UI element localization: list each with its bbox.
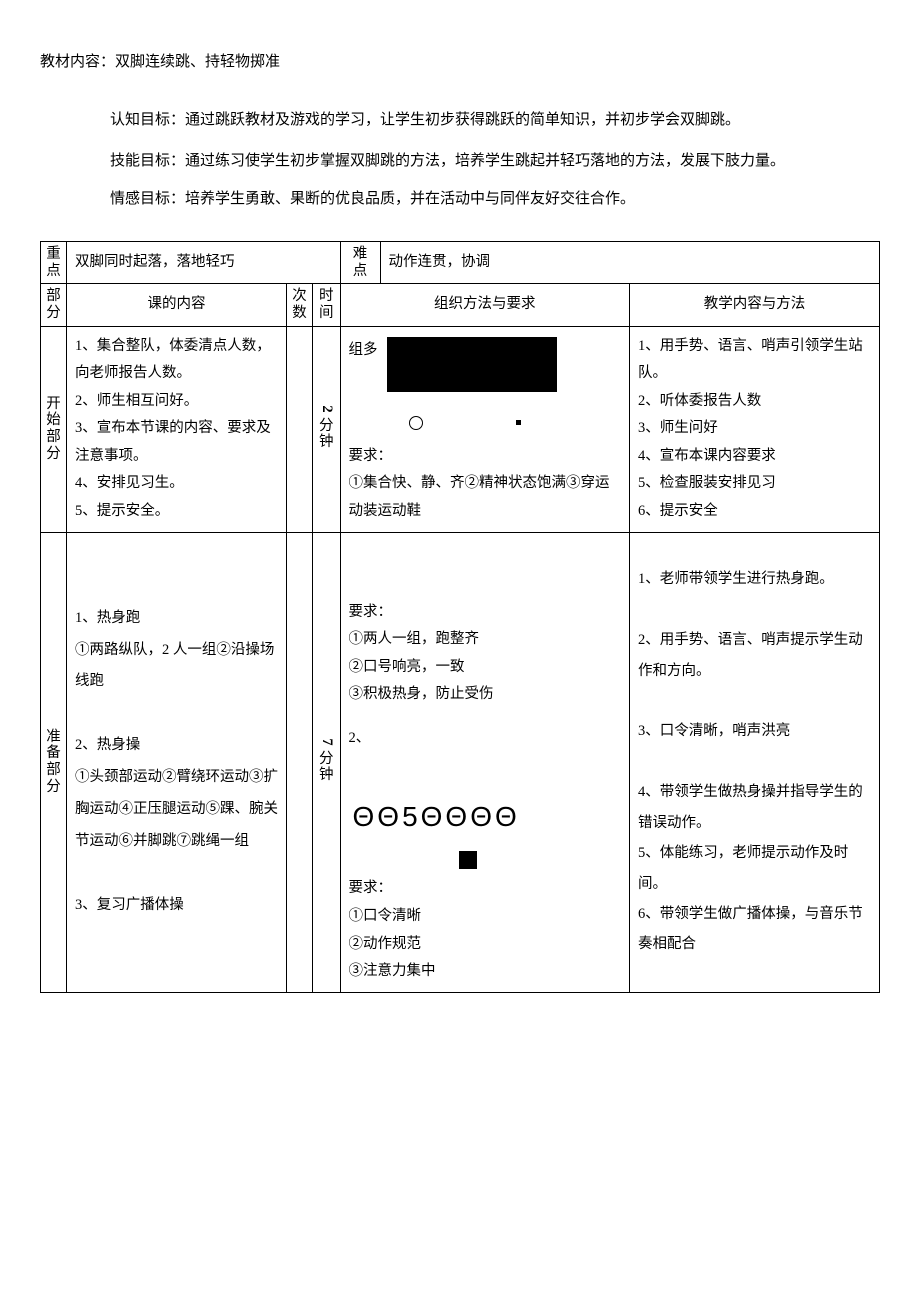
- focus-row: 重点 双脚同时起落，落地轻巧 难点 动作连贯，协调: [41, 242, 880, 284]
- lesson-plan-table: 重点 双脚同时起落，落地轻巧 难点 动作连贯，协调 部分 课的内容 次数 时间 …: [40, 241, 880, 993]
- section-prep-content: 1、热身跑 ①两路纵队，2 人一组②沿操场线跑 2、热身操 ①头颈部运动②臂绕环…: [67, 532, 287, 992]
- header-organization: 组织方法与要求: [340, 284, 629, 326]
- section-prep-organization: 要求： ①两人一组，跑整齐 ②口号响亮，一致 ③积极热身，防止受伤 2、 ΘΘ5…: [340, 532, 629, 992]
- header-times: 次数: [287, 284, 313, 326]
- formation-diagram-block: [387, 337, 557, 392]
- section-start-organization: 组多 要求： ①集合快、静、齐②精神状态饱满③穿运动装运动鞋: [340, 326, 629, 532]
- org-req2-label: 要求：: [349, 875, 621, 903]
- cognitive-objective: 认知目标：通过跳跃教材及游戏的学习，让学生初步获得跳跃的简单知识，并初步学会双脚…: [110, 104, 880, 137]
- section-prep: 准备部分 1、热身跑 ①两路纵队，2 人一组②沿操场线跑 2、热身操 ①头颈部运…: [41, 532, 880, 992]
- emotion-objective: 情感目标：培养学生勇敢、果断的优良品质，并在活动中与同伴友好交往合作。: [110, 183, 880, 216]
- formation-symbols: ΘΘ5ΘΘΘΘ: [349, 782, 621, 845]
- header-part: 部分: [41, 284, 67, 326]
- org-req1-label: 要求：: [349, 599, 621, 627]
- duration-number: 7: [318, 735, 334, 750]
- section-prep-label: 准备部分: [41, 532, 67, 992]
- section-start-label: 开始部分: [41, 326, 67, 532]
- org-item2: 2、: [349, 725, 621, 753]
- header-row: 部分 课的内容 次数 时间 组织方法与要求 教学内容与方法: [41, 284, 880, 326]
- org-prefix-text: 组多: [349, 342, 378, 358]
- material-title: 教材内容：双脚连续跳、持轻物掷准: [40, 50, 880, 74]
- focus-label: 重点: [41, 242, 67, 284]
- section-prep-duration: 7 分钟: [313, 532, 341, 992]
- duration-number: 2: [318, 402, 334, 417]
- org-req1-text: ①两人一组，跑整齐 ②口号响亮，一致 ③积极热身，防止受伤: [349, 626, 621, 709]
- org-req-label: 要求：: [349, 443, 621, 471]
- header-duration: 时间: [313, 284, 341, 326]
- objectives-block: 认知目标：通过跳跃教材及游戏的学习，让学生初步获得跳跃的简单知识，并初步学会双脚…: [40, 104, 880, 216]
- focus-text: 双脚同时起落，落地轻巧: [67, 242, 341, 284]
- section-start-duration: 2 分钟: [313, 326, 341, 532]
- square-icon: [459, 851, 477, 869]
- skill-objective: 技能目标：通过练习使学生初步掌握双脚跳的方法，培养学生跳起并轻巧落地的方法，发展…: [110, 145, 880, 178]
- dot-icon: [516, 420, 521, 425]
- section-start: 开始部分 1、集合整队，体委清点人数，向老师报告人数。 2、师生相互问好。 3、…: [41, 326, 880, 532]
- circle-icon: [409, 416, 423, 430]
- org-req-text: ①集合快、静、齐②精神状态饱满③穿运动装运动鞋: [349, 470, 621, 525]
- difficulty-label: 难点: [340, 242, 380, 284]
- duration-unit: 分钟: [319, 752, 334, 784]
- section-prep-times: [287, 532, 313, 992]
- header-methods: 教学内容与方法: [630, 284, 880, 326]
- header-content: 课的内容: [67, 284, 287, 326]
- difficulty-text: 动作连贯，协调: [380, 242, 879, 284]
- section-start-methods: 1、用手势、语言、哨声引领学生站队。 2、听体委报告人数 3、师生问好 4、宣布…: [630, 326, 880, 532]
- section-start-content: 1、集合整队，体委清点人数，向老师报告人数。 2、师生相互问好。 3、宣布本节课…: [67, 326, 287, 532]
- duration-unit: 分钟: [319, 419, 334, 451]
- org-req2-text: ①口令清晰 ②动作规范 ③注意力集中: [349, 903, 621, 986]
- section-prep-methods: 1、老师带领学生进行热身跑。 2、用手势、语言、哨声提示学生动作和方向。 3、口…: [630, 532, 880, 992]
- section-start-times: [287, 326, 313, 532]
